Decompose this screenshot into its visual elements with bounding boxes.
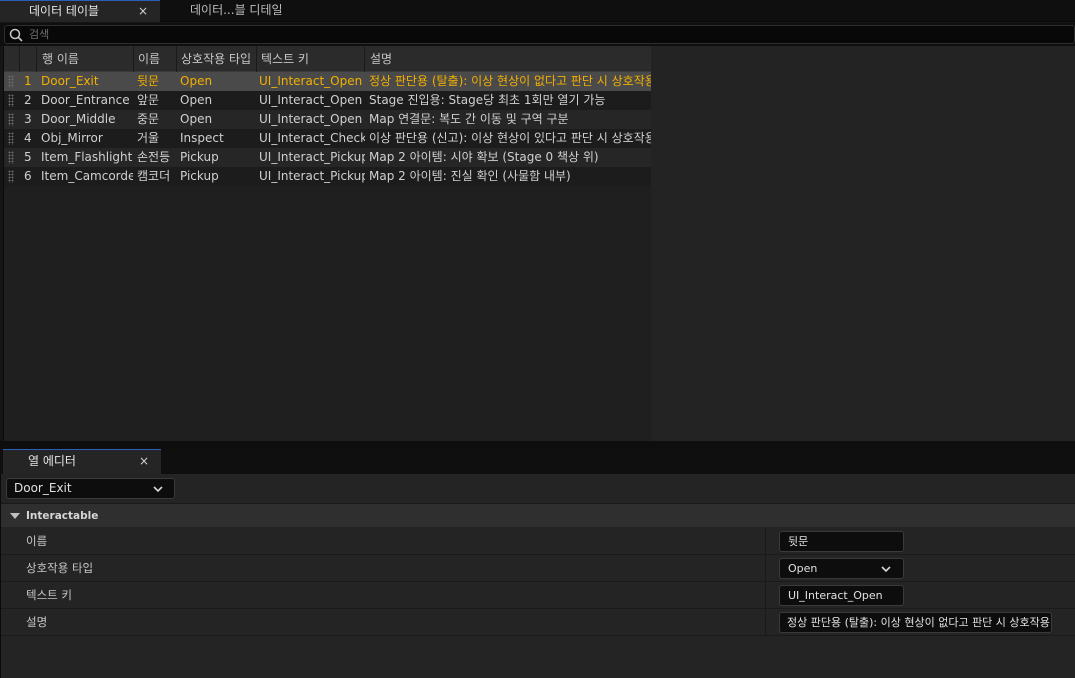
table-header: 행 이름 이름 상호작용 타입 텍스트 키 설명 (4, 46, 652, 72)
row-name-cell: Door_Middle (41, 112, 116, 126)
collapse-arrow-icon[interactable] (10, 513, 20, 519)
panel-splitter[interactable] (0, 441, 1075, 449)
search-icon (9, 28, 23, 42)
editor-tab-bar: 열 에디터 × (0, 449, 1075, 474)
type-cell: Open (180, 112, 213, 126)
tab-data-table-label: 데이터 테이블 (29, 4, 100, 18)
property-label: 상호작용 타입 (26, 561, 94, 575)
row-name-cell: Item_Flashlight (41, 150, 133, 164)
type-cell: Pickup (180, 169, 219, 183)
table-row[interactable]: 2 Door_Entrance 앞문 Open UI_Interact_Open… (4, 91, 652, 110)
drag-column-header (4, 46, 20, 72)
description-cell: 정상 판단용 (탈출): 이상 현상이 없다고 판단 시 상호작용 (369, 74, 652, 88)
text-key-field[interactable]: UI_Interact_Open (779, 585, 904, 606)
chevron-down-icon (881, 566, 891, 573)
type-cell: Pickup (180, 150, 219, 164)
text-key-cell: UI_Interact_Check (259, 131, 365, 145)
property-label: 설명 (26, 615, 48, 629)
type-cell: Open (180, 74, 213, 88)
column-header-text-key[interactable]: 텍스트 키 (257, 46, 365, 72)
column-header-description[interactable]: 설명 (365, 46, 652, 72)
column-header-name[interactable]: 이름 (134, 46, 177, 72)
name-cell: 중문 (137, 112, 160, 126)
property-row-description: 설명 정상 판단용 (탈출): 이상 현상이 없다고 판단 시 상호작용 (1, 609, 1075, 636)
description-cell: 이상 판단용 (신고): 이상 현상이 있다고 판단 시 상호작용 (369, 131, 652, 145)
description-cell: Map 2 아이템: 진실 확인 (사물함 내부) (369, 169, 571, 183)
property-row-text-key: 텍스트 키 UI_Interact_Open (1, 582, 1075, 609)
text-key-cell: UI_Interact_Open (259, 93, 363, 107)
type-cell: Open (180, 93, 213, 107)
tab-data-table[interactable]: 데이터 테이블 × (0, 0, 160, 22)
drag-handle-icon[interactable] (8, 75, 14, 88)
row-number: 1 (24, 74, 32, 88)
drag-handle-icon[interactable] (8, 151, 14, 164)
text-key-cell: UI_Interact_Open (259, 74, 363, 88)
column-header-interaction-type[interactable]: 상호작용 타입 (177, 46, 257, 72)
tab-column-editor[interactable]: 열 에디터 × (3, 449, 161, 474)
row-name-cell: Item_Camcorde (41, 169, 133, 183)
tab-data-table-details-label: 데이터...블 디테일 (190, 3, 283, 17)
data-table: 행 이름 이름 상호작용 타입 텍스트 키 설명 1 Door_Exit 뒷문 … (3, 46, 652, 441)
section-title: Interactable (26, 510, 99, 522)
description-cell: Map 2 아이템: 시야 확보 (Stage 0 책상 위) (369, 150, 599, 164)
interaction-type-value: Open (788, 562, 818, 575)
column-editor-panel: Door_Exit Interactable 이름 뒷문 상호작용 타입 Ope… (0, 474, 1075, 678)
table-row[interactable]: 6 Item_Camcorde 캠코더 Pickup UI_Interact_P… (4, 167, 652, 186)
property-row-name: 이름 뒷문 (1, 528, 1075, 555)
drag-handle-icon[interactable] (8, 132, 14, 145)
row-number: 5 (24, 150, 32, 164)
name-cell: 거울 (137, 131, 160, 145)
text-key-cell: UI_Interact_Open (259, 112, 363, 126)
tab-close-icon[interactable]: × (138, 1, 148, 22)
row-name-cell: Door_Exit (41, 74, 99, 88)
search-input[interactable] (29, 26, 1029, 43)
tab-column-editor-label: 열 에디터 (28, 454, 76, 468)
interaction-type-dropdown[interactable]: Open (779, 558, 904, 579)
text-key-cell: UI_Interact_Pickup (259, 169, 365, 183)
search-row (0, 23, 1075, 46)
section-header-interactable[interactable]: Interactable (1, 503, 1075, 527)
search-box[interactable] (4, 25, 1075, 44)
description-cell: Map 연결문: 복도 간 이동 및 구역 구분 (369, 112, 569, 126)
column-divider[interactable] (765, 582, 766, 609)
description-field[interactable]: 정상 판단용 (탈출): 이상 현상이 없다고 판단 시 상호작용 (779, 612, 1052, 633)
row-number: 2 (24, 93, 32, 107)
drag-handle-icon[interactable] (8, 113, 14, 126)
type-cell: Inspect (180, 131, 224, 145)
chevron-down-icon (153, 486, 163, 493)
column-divider[interactable] (765, 555, 766, 582)
row-number: 4 (24, 131, 32, 145)
drag-handle-icon[interactable] (8, 94, 14, 107)
name-cell: 뒷문 (137, 74, 160, 88)
name-cell: 앞문 (137, 93, 160, 107)
text-key-cell: UI_Interact_Pickup (259, 150, 365, 164)
table-row[interactable]: 1 Door_Exit 뒷문 Open UI_Interact_Open 정상 … (4, 72, 652, 91)
column-divider[interactable] (765, 528, 766, 555)
row-name-cell: Obj_Mirror (41, 131, 103, 145)
table-row[interactable]: 3 Door_Middle 중문 Open UI_Interact_Open M… (4, 110, 652, 129)
description-cell: Stage 진입용: Stage당 최초 1회만 열기 가능 (369, 93, 606, 107)
property-row-interaction-type: 상호작용 타입 Open (1, 555, 1075, 582)
column-header-row-name[interactable]: 행 이름 (37, 46, 134, 72)
table-row[interactable]: 4 Obj_Mirror 거울 Inspect UI_Interact_Chec… (4, 129, 652, 148)
property-label: 텍스트 키 (26, 588, 72, 602)
row-name-cell: Door_Entrance (41, 93, 130, 107)
name-cell: 손전등 (137, 150, 171, 164)
row-select-value: Door_Exit (14, 481, 72, 495)
empty-panel-area (651, 46, 1075, 441)
number-column-header (20, 46, 37, 72)
row-select-dropdown[interactable]: Door_Exit (6, 478, 175, 499)
table-row[interactable]: 5 Item_Flashlight 손전등 Pickup UI_Interact… (4, 148, 652, 167)
drag-handle-icon[interactable] (8, 170, 14, 183)
row-number: 3 (24, 112, 32, 126)
name-field[interactable]: 뒷문 (779, 531, 904, 552)
tab-close-icon[interactable]: × (139, 450, 149, 473)
row-number: 6 (24, 169, 32, 183)
column-divider[interactable] (765, 609, 766, 636)
property-label: 이름 (26, 534, 48, 548)
document-tab-bar: 데이터 테이블 × 데이터...블 디테일 (0, 0, 1075, 22)
name-cell: 캠코더 (137, 169, 171, 183)
tab-data-table-details[interactable]: 데이터...블 디테일 (161, 0, 321, 22)
